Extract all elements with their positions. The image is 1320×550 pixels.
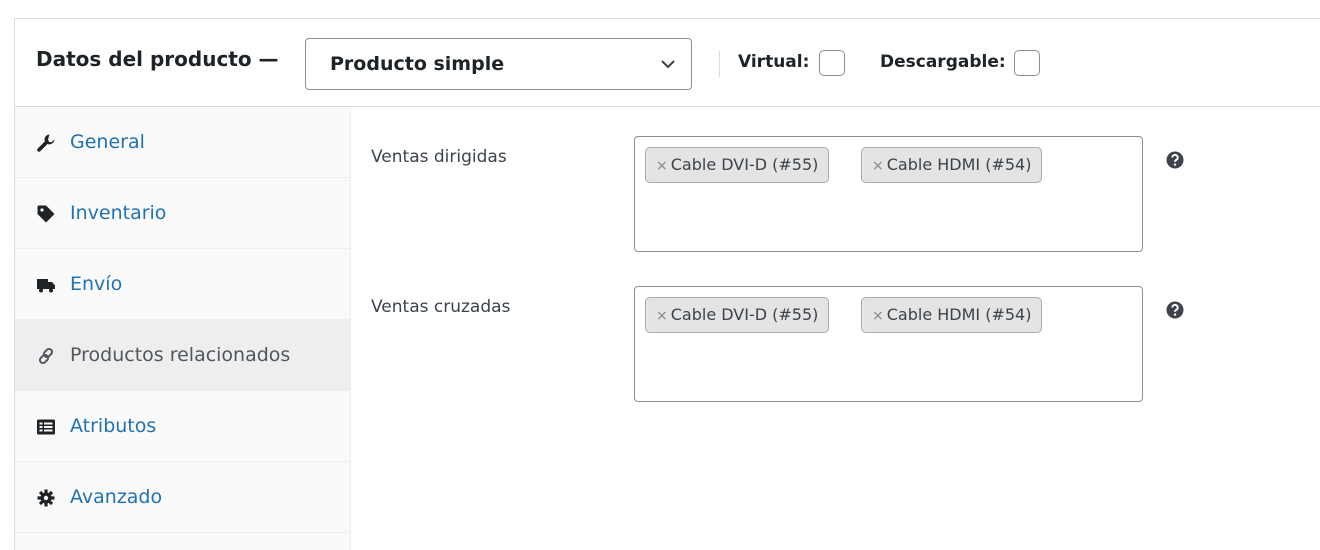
header-divider	[719, 51, 720, 77]
tab-attributes-label: Atributos	[70, 415, 157, 437]
help-icon[interactable]	[1165, 150, 1185, 170]
upsells-chip: × Cable HDMI (#54)	[861, 147, 1043, 183]
tab-shipping-label: Envío	[70, 273, 123, 295]
product-type-select[interactable]: Producto simple	[305, 38, 692, 90]
product-data-header: Datos del producto — Producto simple Vir…	[15, 19, 1320, 107]
chip-remove-icon[interactable]: ×	[656, 158, 668, 174]
tab-shipping[interactable]: Envío	[15, 249, 351, 320]
link-icon	[38, 347, 54, 365]
crosssells-chip: × Cable HDMI (#54)	[861, 297, 1043, 333]
crosssells-chip: × Cable DVI-D (#55)	[645, 297, 830, 333]
wrench-icon	[37, 134, 55, 152]
downloadable-label: Descargable:	[880, 52, 1006, 72]
product-data-title: Datos del producto —	[36, 47, 279, 71]
product-data-panel: Datos del producto — Producto simple Vir…	[14, 18, 1320, 550]
tag-icon	[37, 205, 55, 223]
tab-attributes[interactable]: Atributos	[15, 391, 351, 462]
upsells-select[interactable]: × Cable DVI-D (#55) × Cable HDMI (#54)	[634, 136, 1143, 252]
chip-label: Cable DVI-D (#55)	[670, 155, 819, 174]
truck-icon	[37, 279, 55, 293]
tab-linked-products-label: Productos relacionados	[70, 344, 291, 366]
virtual-checkbox[interactable]	[819, 50, 845, 76]
gear-icon	[37, 489, 55, 507]
product-data-tabs: General Inventario Envío Productos relac…	[15, 107, 351, 550]
chip-remove-icon[interactable]: ×	[872, 308, 884, 324]
tab-advanced[interactable]: Avanzado	[15, 462, 351, 533]
upsells-label: Ventas dirigidas	[371, 147, 507, 167]
chip-label: Cable HDMI (#54)	[886, 305, 1032, 324]
tab-advanced-label: Avanzado	[70, 486, 163, 508]
crosssells-label: Ventas cruzadas	[371, 297, 511, 317]
chip-remove-icon[interactable]: ×	[656, 308, 668, 324]
chip-label: Cable HDMI (#54)	[886, 155, 1032, 174]
chip-label: Cable DVI-D (#55)	[670, 305, 819, 324]
crosssells-select[interactable]: × Cable DVI-D (#55) × Cable HDMI (#54)	[634, 286, 1143, 402]
tab-linked-products[interactable]: Productos relacionados	[15, 320, 351, 391]
help-icon[interactable]	[1165, 300, 1185, 320]
list-icon	[37, 419, 55, 435]
tab-inventory[interactable]: Inventario	[15, 178, 351, 249]
chip-remove-icon[interactable]: ×	[872, 158, 884, 174]
product-type-value: Producto simple	[330, 53, 505, 75]
chevron-down-icon	[661, 60, 675, 69]
tab-general[interactable]: General	[15, 107, 351, 178]
tab-general-label: General	[70, 131, 145, 153]
virtual-label: Virtual:	[738, 52, 810, 72]
upsells-chip: × Cable DVI-D (#55)	[645, 147, 830, 183]
tab-inventory-label: Inventario	[70, 202, 167, 224]
downloadable-checkbox[interactable]	[1014, 50, 1040, 76]
